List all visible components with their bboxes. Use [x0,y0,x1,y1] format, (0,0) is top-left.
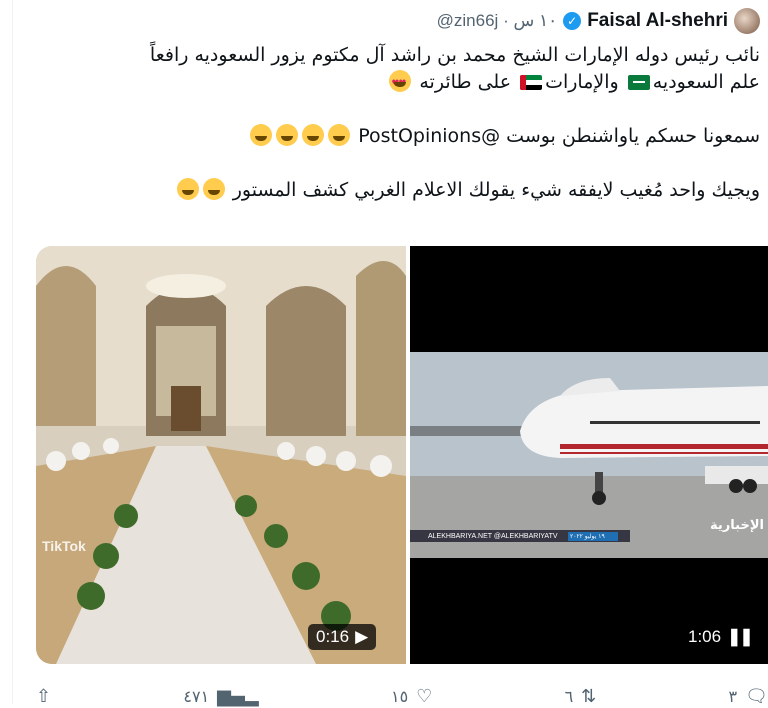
reply-count: ٣ [728,686,738,706]
tiktok-watermark: TikTok [42,538,86,554]
video-majlis[interactable]: TikTok 0:16 ▶ [36,246,406,664]
views-count: ٤٧١ [183,686,210,706]
author-name[interactable]: Faisal Al-shehri [587,10,728,32]
laughing-emoji-icon [250,124,273,146]
retweet-icon: ⇅ [581,685,597,707]
laugh-emoji-icons [248,123,352,150]
uae-flag-icon [520,75,543,90]
verified-badge-icon: ✓ [563,12,582,30]
share-icon: ⇧ [36,685,52,707]
news-ticker-text: ALEKHBARIYA.NET @ALEKHBARIYATV [428,533,558,540]
video-airplane[interactable]: الإخبارية ALEKHBARIYA.NET @ALEKHBARIYATV… [410,246,768,664]
handle[interactable]: @zin66j [437,11,499,30]
bar-chart-icon: ▂▄▆ [217,685,259,707]
media-grid: TikTok 0:16 ▶ الإخبارية ALEKHBARIYA.NET … [36,246,768,664]
laughing-emoji-icon [202,178,225,200]
airplane-thumbnail [410,246,768,664]
tweet-line-2: علم السعوديه والإمارات على طائرته [60,69,760,98]
share-button[interactable]: ⇧ [36,684,51,708]
views-button[interactable]: ▂▄▆ ٤٧١ [183,684,258,708]
heart-eyes-emoji-icon [389,70,412,98]
duration-text: 0:16 [316,627,350,646]
laughing-emoji-icon [328,124,351,146]
tweet-body: نائب رئيس دوله الإمارات الشيخ محمد بن را… [60,42,760,204]
duration-text: 1:06 [688,627,722,646]
tweet-line-4: ويجيك واحد مُغيب لايفقه شيء يقولك الاعلا… [60,177,760,204]
laugh-emoji-icons [175,177,227,204]
duration-badge-left[interactable]: 0:16 ▶ [308,624,377,650]
saudi-flag-icon [627,75,650,90]
retweet-button[interactable]: ⇅ ٦ [565,684,597,708]
news-ticker-date: ١٩ يوليو ٢٠٢٢ [570,533,605,540]
tweet-actions: 🗨 ٣ ⇅ ٦ ♡ ١٥ ▂▄▆ ٤٧١ ⇧ [36,684,768,708]
handle-and-time[interactable]: @zin66j · ١٠ س [437,11,558,31]
laughing-emoji-icon [176,178,199,200]
channel-logo: الإخبارية [710,518,764,533]
heart-icon: ♡ [416,685,433,707]
avatar[interactable] [734,8,760,34]
laughing-emoji-icon [302,124,325,146]
reply-icon: 🗨 [745,685,768,707]
tweet-line-1: نائب رئيس دوله الإمارات الشيخ محمد بن را… [149,44,760,66]
reply-button[interactable]: 🗨 ٣ [729,684,768,708]
like-count: ١٥ [390,686,409,706]
like-button[interactable]: ♡ ١٥ [391,684,432,708]
laughing-emoji-icon [276,124,299,146]
timestamp[interactable]: · ١٠ س [503,11,557,30]
retweet-count: ٦ [564,686,574,706]
majlis-thumbnail [36,246,406,664]
play-icon[interactable]: ▶ [355,627,368,647]
tweet-header: Faisal Al-shehri ✓ @zin66j · ١٠ س [437,6,760,36]
tweet-line-3: سمعونا حسكم ياواشنطن بوست @PostOpinions [60,123,760,150]
duration-badge-right[interactable]: 1:06 ❚❚ [680,624,760,650]
pause-icon[interactable]: ❚❚ [727,627,753,647]
